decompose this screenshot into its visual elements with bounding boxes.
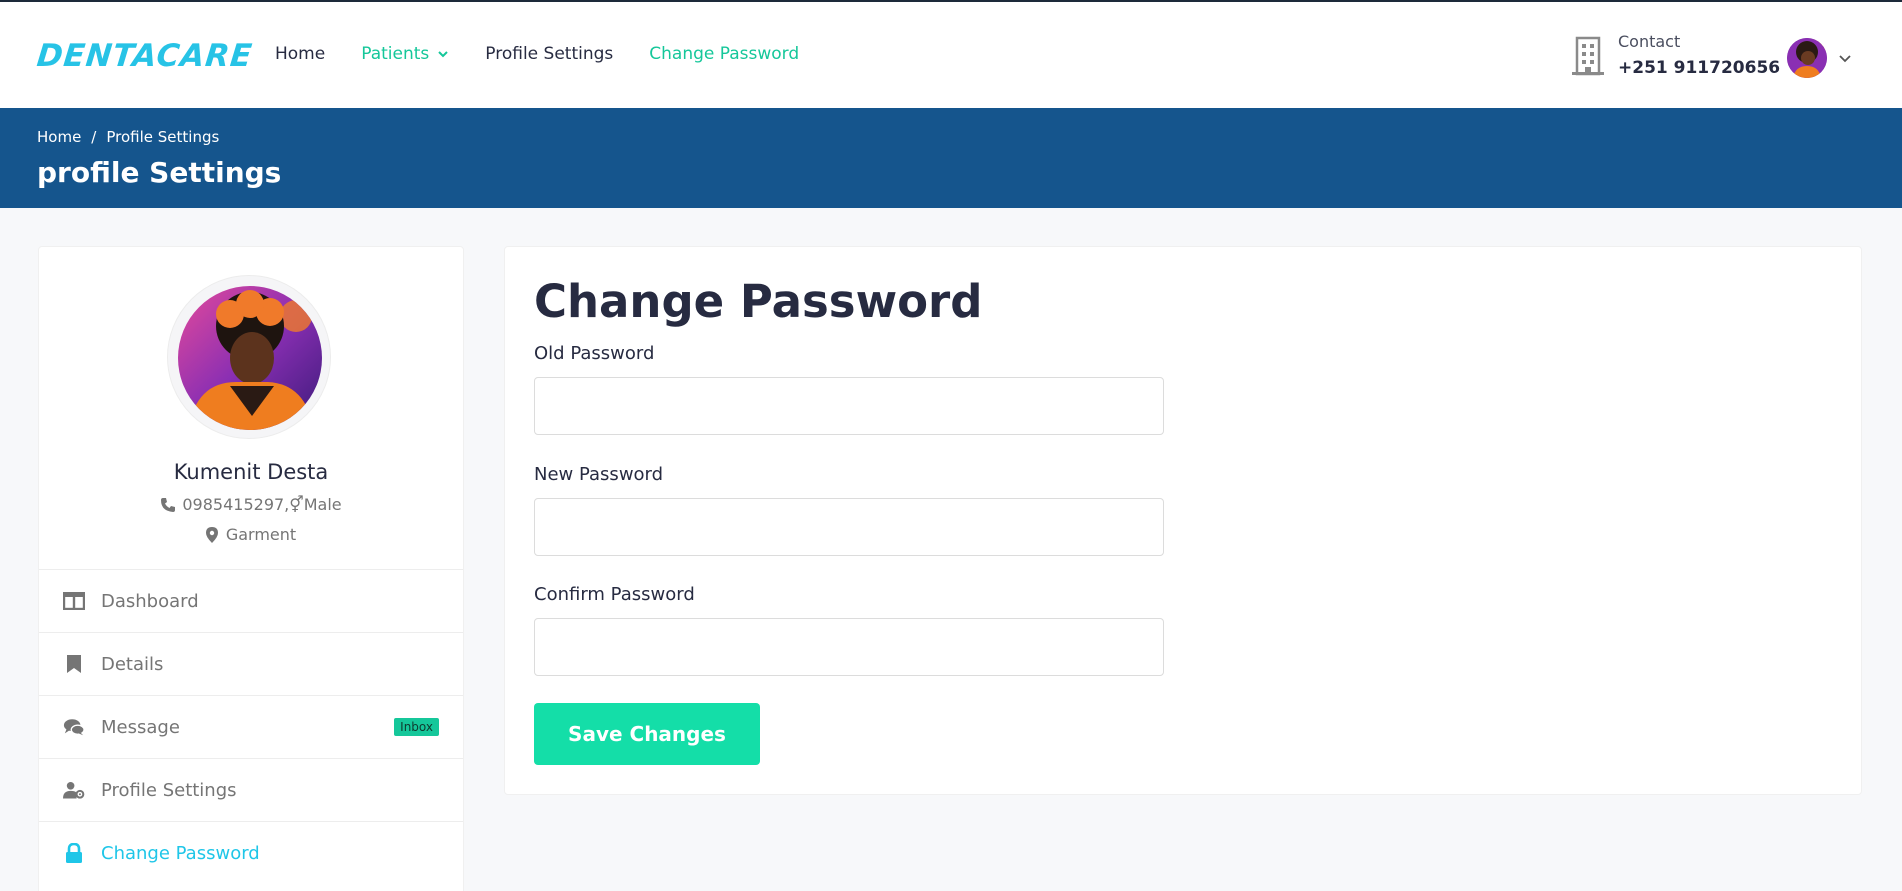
user-phone-gender: 0985415297,⚥Male bbox=[182, 495, 342, 514]
user-contact-info: 0985415297,⚥Male bbox=[39, 495, 463, 514]
phone-icon bbox=[161, 497, 176, 512]
sidebar-menu: Dashboard Details Message Inbox Profile … bbox=[39, 569, 463, 884]
avatar bbox=[178, 286, 322, 430]
map-marker-icon bbox=[205, 526, 218, 543]
sidebar-item-details[interactable]: Details bbox=[39, 632, 463, 695]
nav-home[interactable]: Home bbox=[275, 44, 325, 64]
new-password-input[interactable] bbox=[534, 498, 1164, 556]
avatar-image-icon bbox=[178, 286, 322, 430]
breadcrumb-home[interactable]: Home bbox=[37, 128, 81, 146]
old-password-input[interactable] bbox=[534, 377, 1164, 435]
nav-profile-settings-label: Profile Settings bbox=[485, 44, 614, 64]
save-changes-button[interactable]: Save Changes bbox=[534, 703, 760, 765]
user-name: Kumenit Desta bbox=[173, 460, 329, 484]
breadcrumb-current: Profile Settings bbox=[106, 128, 220, 146]
contact-phone: +251 911720656 bbox=[1618, 58, 1781, 78]
avatar-image-icon bbox=[1787, 38, 1827, 78]
sidebar-item-label: Details bbox=[101, 653, 164, 675]
chevron-down-icon bbox=[438, 51, 448, 58]
form-title: Change Password bbox=[534, 275, 983, 328]
avatar-frame bbox=[167, 275, 331, 439]
new-password-label: New Password bbox=[534, 464, 664, 485]
page-title: profile Settings bbox=[37, 156, 282, 189]
comments-icon bbox=[63, 716, 85, 738]
main-nav: Home Patients Profile Settings Change Pa… bbox=[275, 44, 835, 64]
columns-icon bbox=[63, 590, 85, 612]
sidebar-item-message[interactable]: Message Inbox bbox=[39, 695, 463, 758]
confirm-password-label: Confirm Password bbox=[534, 584, 695, 605]
sidebar-item-dashboard[interactable]: Dashboard bbox=[39, 569, 463, 632]
nav-change-password[interactable]: Change Password bbox=[649, 44, 799, 64]
nav-patients-label: Patients bbox=[361, 44, 430, 64]
lock-icon bbox=[63, 842, 85, 864]
breadcrumb: Home / Profile Settings bbox=[37, 128, 219, 146]
sidebar-item-label: Profile Settings bbox=[101, 779, 237, 801]
contact-label: Contact bbox=[1618, 32, 1681, 51]
breadcrumb-separator: / bbox=[91, 128, 97, 146]
nav-home-label: Home bbox=[275, 44, 326, 64]
brand-logo[interactable]: DENTACARE bbox=[35, 38, 254, 74]
nav-profile-settings[interactable]: Profile Settings bbox=[485, 44, 613, 64]
breadcrumb-bar: Home / Profile Settings profile Settings bbox=[0, 108, 1902, 208]
sidebar-item-label: Change Password bbox=[101, 842, 260, 864]
user-location: Garment bbox=[225, 525, 297, 544]
site-header: DENTACARE Home Patients Profile Settings… bbox=[0, 2, 1902, 108]
old-password-label: Old Password bbox=[534, 343, 655, 364]
user-location-info: Garment bbox=[39, 525, 463, 544]
sidebar-item-label: Dashboard bbox=[101, 590, 199, 612]
nav-patients[interactable]: Patients bbox=[361, 44, 449, 64]
bookmark-icon bbox=[63, 653, 85, 675]
confirm-password-input[interactable] bbox=[534, 618, 1164, 676]
profile-sidebar: Kumenit Desta 0985415297,⚥Male Garment D… bbox=[38, 246, 464, 891]
inbox-badge: Inbox bbox=[394, 718, 439, 736]
sidebar-item-profile-settings[interactable]: Profile Settings bbox=[39, 758, 463, 821]
user-avatar[interactable] bbox=[1787, 38, 1827, 78]
building-icon bbox=[1572, 36, 1604, 76]
sidebar-item-label: Message bbox=[101, 716, 180, 738]
user-cog-icon bbox=[63, 779, 85, 801]
chevron-down-icon[interactable] bbox=[1838, 51, 1852, 65]
sidebar-item-change-password[interactable]: Change Password bbox=[39, 821, 463, 884]
change-password-card: Change Password Old Password New Passwor… bbox=[504, 246, 1862, 795]
nav-change-password-label: Change Password bbox=[649, 44, 800, 64]
